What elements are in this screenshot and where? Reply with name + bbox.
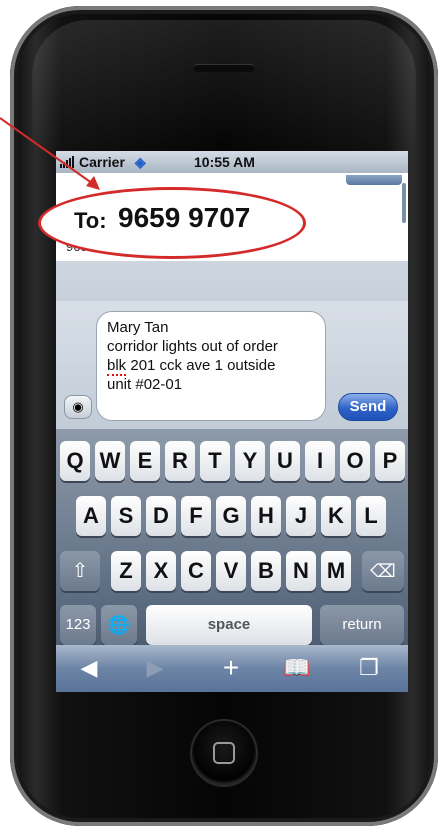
- key-i[interactable]: I: [305, 441, 335, 481]
- message-input[interactable]: Mary Tan corridor lights out of order bl…: [96, 311, 326, 421]
- forward-icon[interactable]: ▶: [140, 655, 170, 681]
- send-button[interactable]: Send: [338, 393, 398, 421]
- bookmarks-icon[interactable]: 📖: [282, 655, 312, 681]
- status-bar: Carrier ◈ 10:55 AM: [56, 151, 408, 173]
- key-e[interactable]: E: [130, 441, 160, 481]
- return-key[interactable]: return: [320, 605, 404, 645]
- numbers-key[interactable]: 123: [60, 605, 96, 645]
- message-line-2: corridor lights out of order: [107, 338, 278, 355]
- key-h[interactable]: H: [251, 496, 281, 536]
- key-c[interactable]: C: [181, 551, 211, 591]
- home-button[interactable]: [192, 721, 256, 785]
- phone-glare: [32, 20, 416, 150]
- globe-icon: 🌐: [107, 615, 131, 635]
- key-d[interactable]: D: [146, 496, 176, 536]
- key-n[interactable]: N: [286, 551, 316, 591]
- signal-icon: [60, 155, 75, 171]
- earpiece: [193, 64, 255, 72]
- backspace-icon: ⌫: [370, 561, 396, 581]
- carrier-label: Carrier: [79, 154, 125, 170]
- camera-button[interactable]: ◉: [64, 395, 92, 419]
- key-b[interactable]: B: [251, 551, 281, 591]
- space-key[interactable]: space: [146, 605, 312, 645]
- back-icon[interactable]: ◀: [74, 655, 104, 681]
- browser-toolbar: ◀ ▶ + 📖 ❐: [56, 645, 408, 692]
- key-g[interactable]: G: [216, 496, 246, 536]
- key-a[interactable]: A: [76, 496, 106, 536]
- key-u[interactable]: U: [270, 441, 300, 481]
- scrollbar[interactable]: [402, 183, 406, 223]
- key-m[interactable]: M: [321, 551, 351, 591]
- add-contact-button[interactable]: [346, 175, 402, 185]
- key-r[interactable]: R: [165, 441, 195, 481]
- message-line-4: unit #02-01: [107, 376, 183, 393]
- key-k[interactable]: K: [321, 496, 351, 536]
- shift-icon: ⇧: [71, 560, 89, 582]
- add-icon[interactable]: +: [216, 654, 246, 682]
- key-w[interactable]: W: [95, 441, 125, 481]
- key-o[interactable]: O: [340, 441, 370, 481]
- key-p[interactable]: P: [375, 441, 405, 481]
- key-y[interactable]: Y: [235, 441, 265, 481]
- shift-key[interactable]: ⇧: [60, 551, 100, 591]
- message-line-3: blk 201 cck ave 1 outside: [107, 356, 315, 376]
- misspelled-word: blk: [107, 357, 127, 376]
- key-t[interactable]: T: [200, 441, 230, 481]
- keyboard: Q W E R T Y U I O P A S D F G H J K L ⇧ …: [56, 429, 408, 645]
- message-line-3-rest: 201 cck ave 1 outside: [126, 357, 276, 374]
- recipient-label: To:: [74, 208, 107, 233]
- home-icon: [213, 742, 235, 764]
- status-time: 10:55 AM: [194, 154, 255, 170]
- backspace-key[interactable]: ⌫: [362, 551, 404, 591]
- key-q[interactable]: Q: [60, 441, 90, 481]
- message-line-1: Mary Tan: [107, 319, 169, 336]
- key-f[interactable]: F: [181, 496, 211, 536]
- key-x[interactable]: X: [146, 551, 176, 591]
- compose-bar: ◉ Mary Tan corridor lights out of order …: [56, 301, 408, 429]
- carrier-indicator: Carrier ◈: [60, 154, 146, 171]
- key-l[interactable]: L: [356, 496, 386, 536]
- camera-icon: ◉: [72, 399, 84, 414]
- wifi-icon: ◈: [134, 154, 146, 170]
- globe-key[interactable]: 🌐: [101, 605, 137, 645]
- key-v[interactable]: V: [216, 551, 246, 591]
- key-s[interactable]: S: [111, 496, 141, 536]
- recipient-number: 9659 9707: [118, 202, 251, 233]
- pages-icon[interactable]: ❐: [354, 655, 384, 681]
- key-j[interactable]: J: [286, 496, 316, 536]
- key-z[interactable]: Z: [111, 551, 141, 591]
